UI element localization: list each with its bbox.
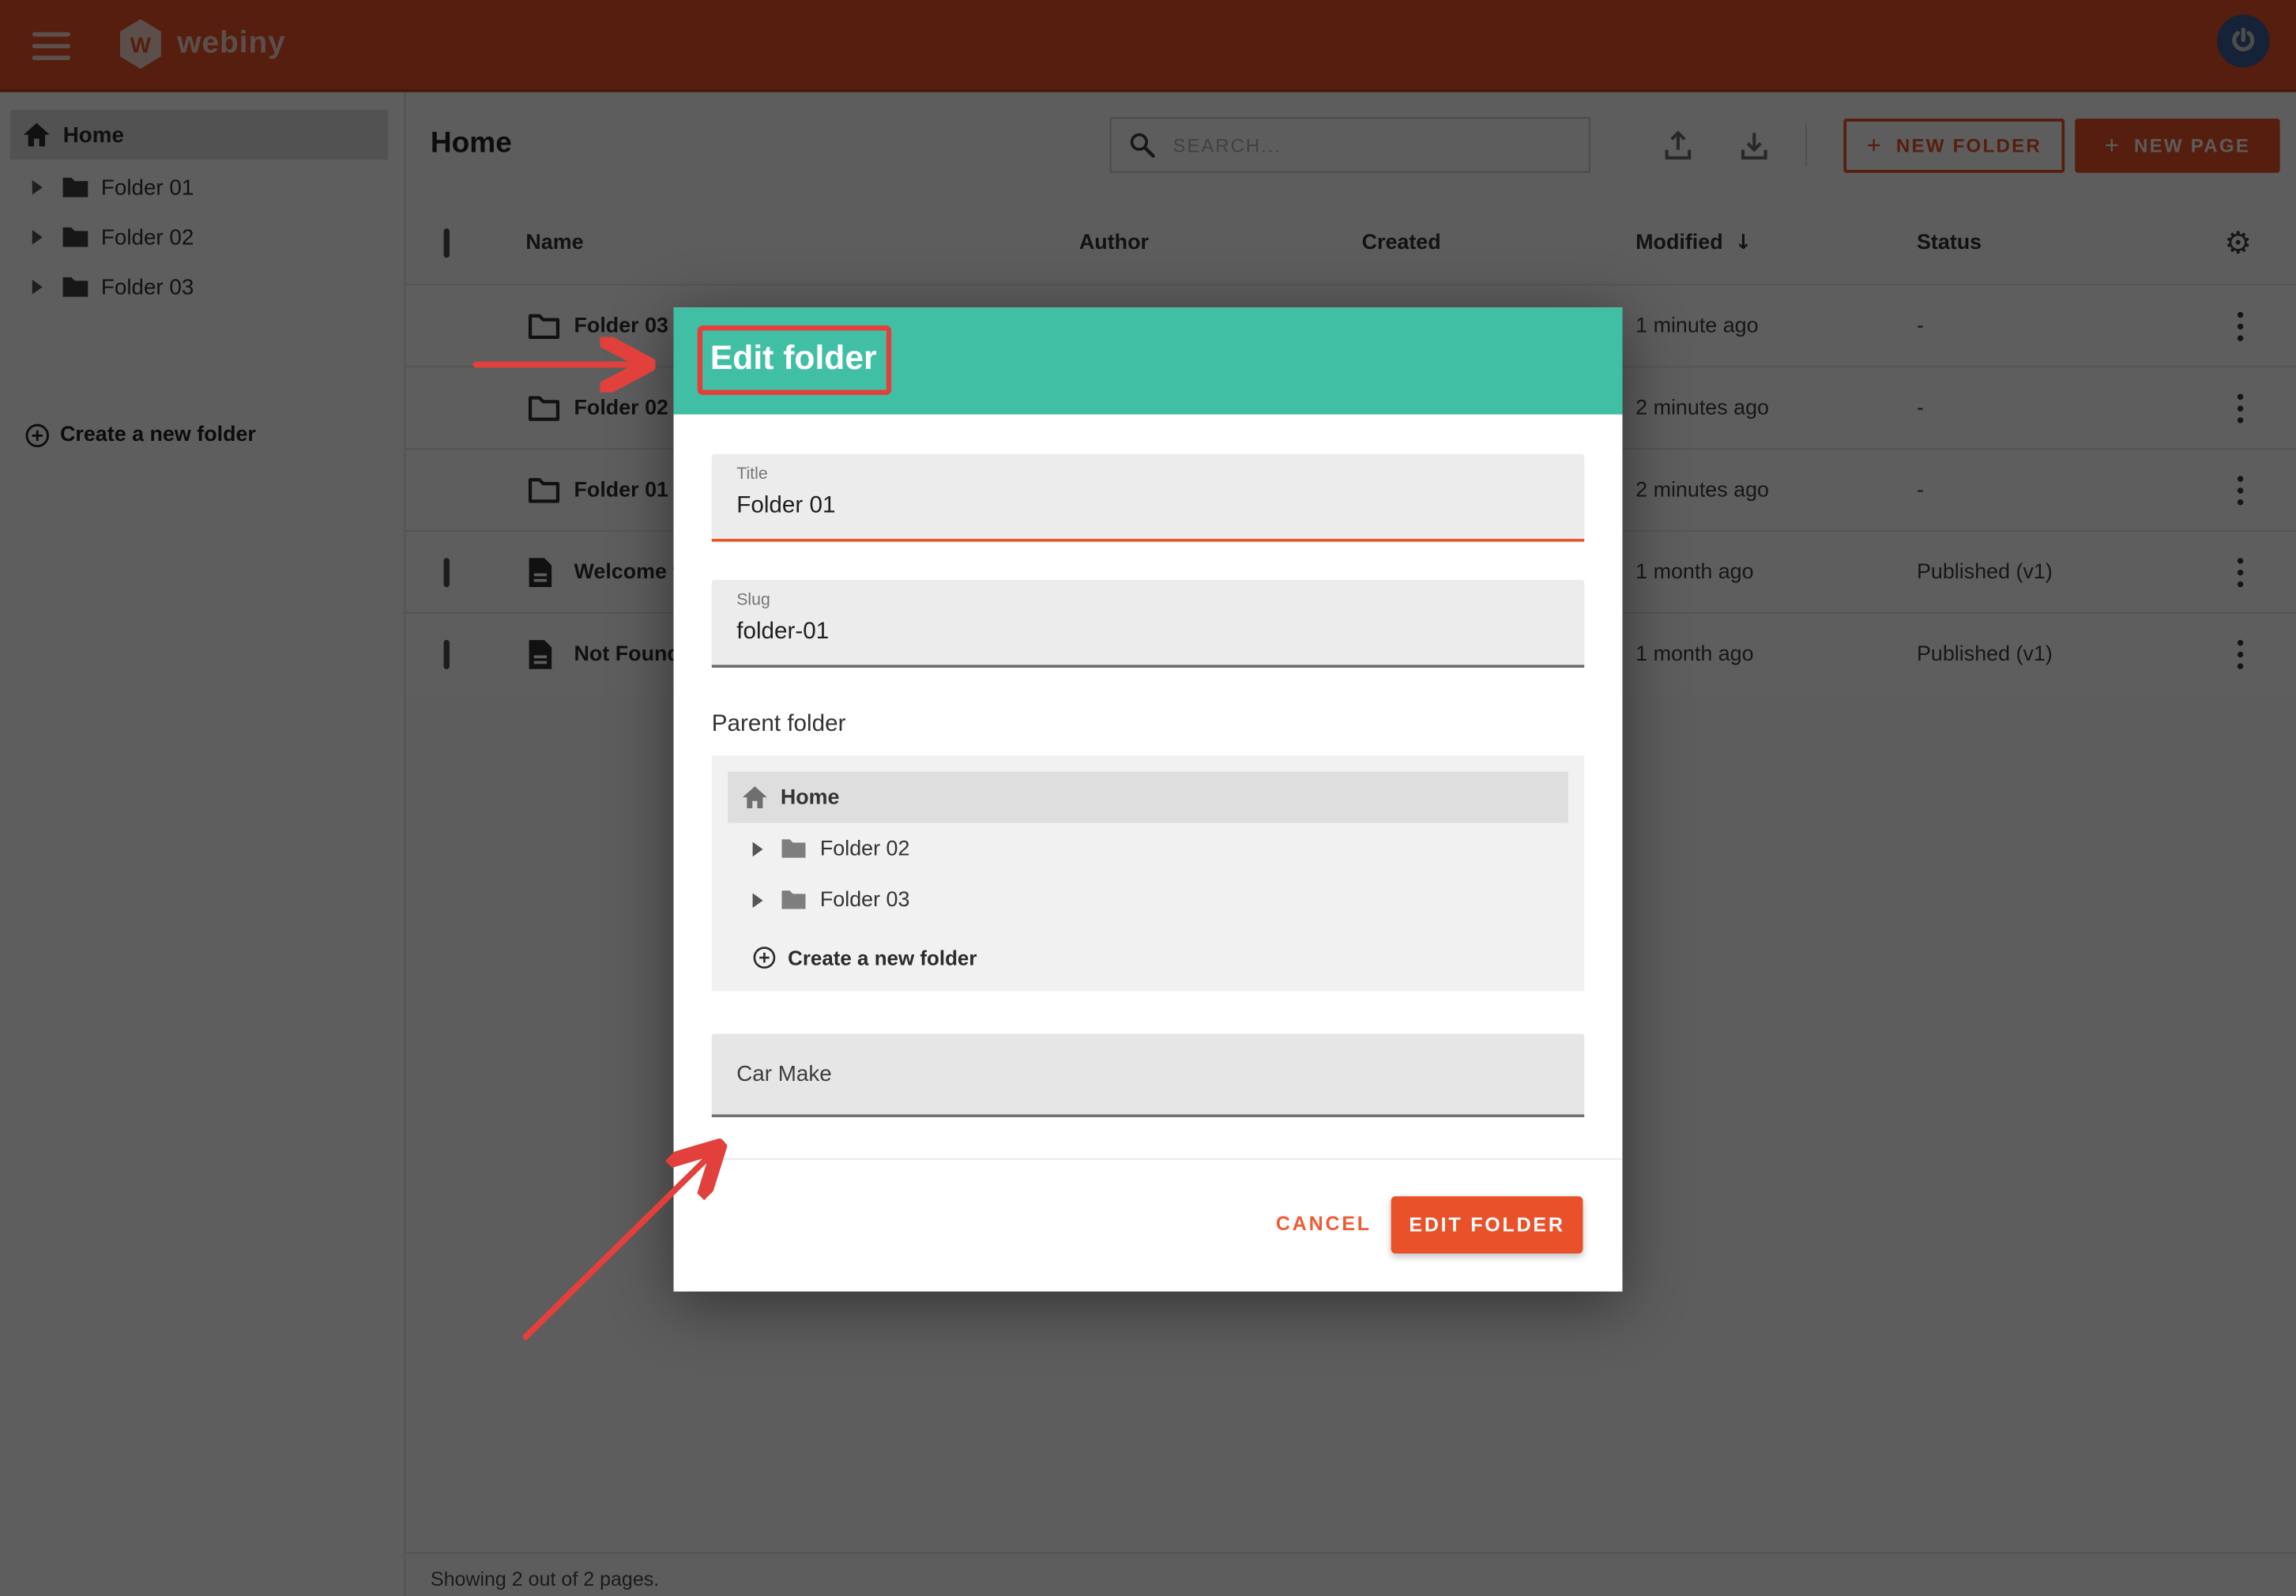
- chevron-right-icon[interactable]: [753, 893, 763, 908]
- title-field-value[interactable]: Folder 01: [736, 494, 835, 520]
- dialog-header: Edit folder: [674, 307, 1623, 414]
- plus-circle-icon: [753, 946, 777, 969]
- slug-field-value[interactable]: folder-01: [736, 619, 829, 646]
- tree-home-label: Home: [781, 785, 840, 809]
- tree-create-new-folder[interactable]: Create a new folder: [753, 937, 977, 978]
- slug-field[interactable]: Slug folder-01: [712, 580, 1585, 668]
- parent-folder-label: Parent folder: [712, 712, 846, 738]
- dialog-footer-divider: [674, 1158, 1623, 1160]
- folder-icon: [781, 889, 807, 911]
- car-make-select[interactable]: Car Make: [712, 1033, 1585, 1117]
- dialog-title: Edit folder: [710, 338, 877, 378]
- edit-folder-dialog: Edit folder Title Folder 01 Slug folder-…: [674, 307, 1623, 1291]
- cancel-button[interactable]: CANCEL: [1265, 1213, 1382, 1235]
- slug-field-label: Slug: [736, 592, 770, 609]
- tree-folder-label: Folder 03: [820, 888, 910, 912]
- tree-folder-label: Folder 02: [820, 837, 910, 860]
- tree-create-label: Create a new folder: [788, 946, 977, 969]
- screen: W webiny Home Folder 01: [0, 0, 2296, 1596]
- tree-item-home[interactable]: Home: [728, 772, 1568, 823]
- chevron-right-icon[interactable]: [753, 841, 763, 856]
- tree-item-folder-03[interactable]: Folder 03: [712, 874, 1585, 925]
- edit-folder-submit-button[interactable]: EDIT FOLDER: [1391, 1196, 1583, 1253]
- title-field[interactable]: Title Folder 01: [712, 454, 1585, 542]
- title-field-label: Title: [736, 465, 767, 483]
- tree-item-folder-02[interactable]: Folder 02: [712, 823, 1585, 875]
- parent-folder-tree: Home Folder 02 Folder 03: [712, 755, 1585, 991]
- home-icon: [743, 786, 768, 808]
- car-make-label: Car Make: [736, 1062, 832, 1087]
- folder-icon: [781, 838, 807, 860]
